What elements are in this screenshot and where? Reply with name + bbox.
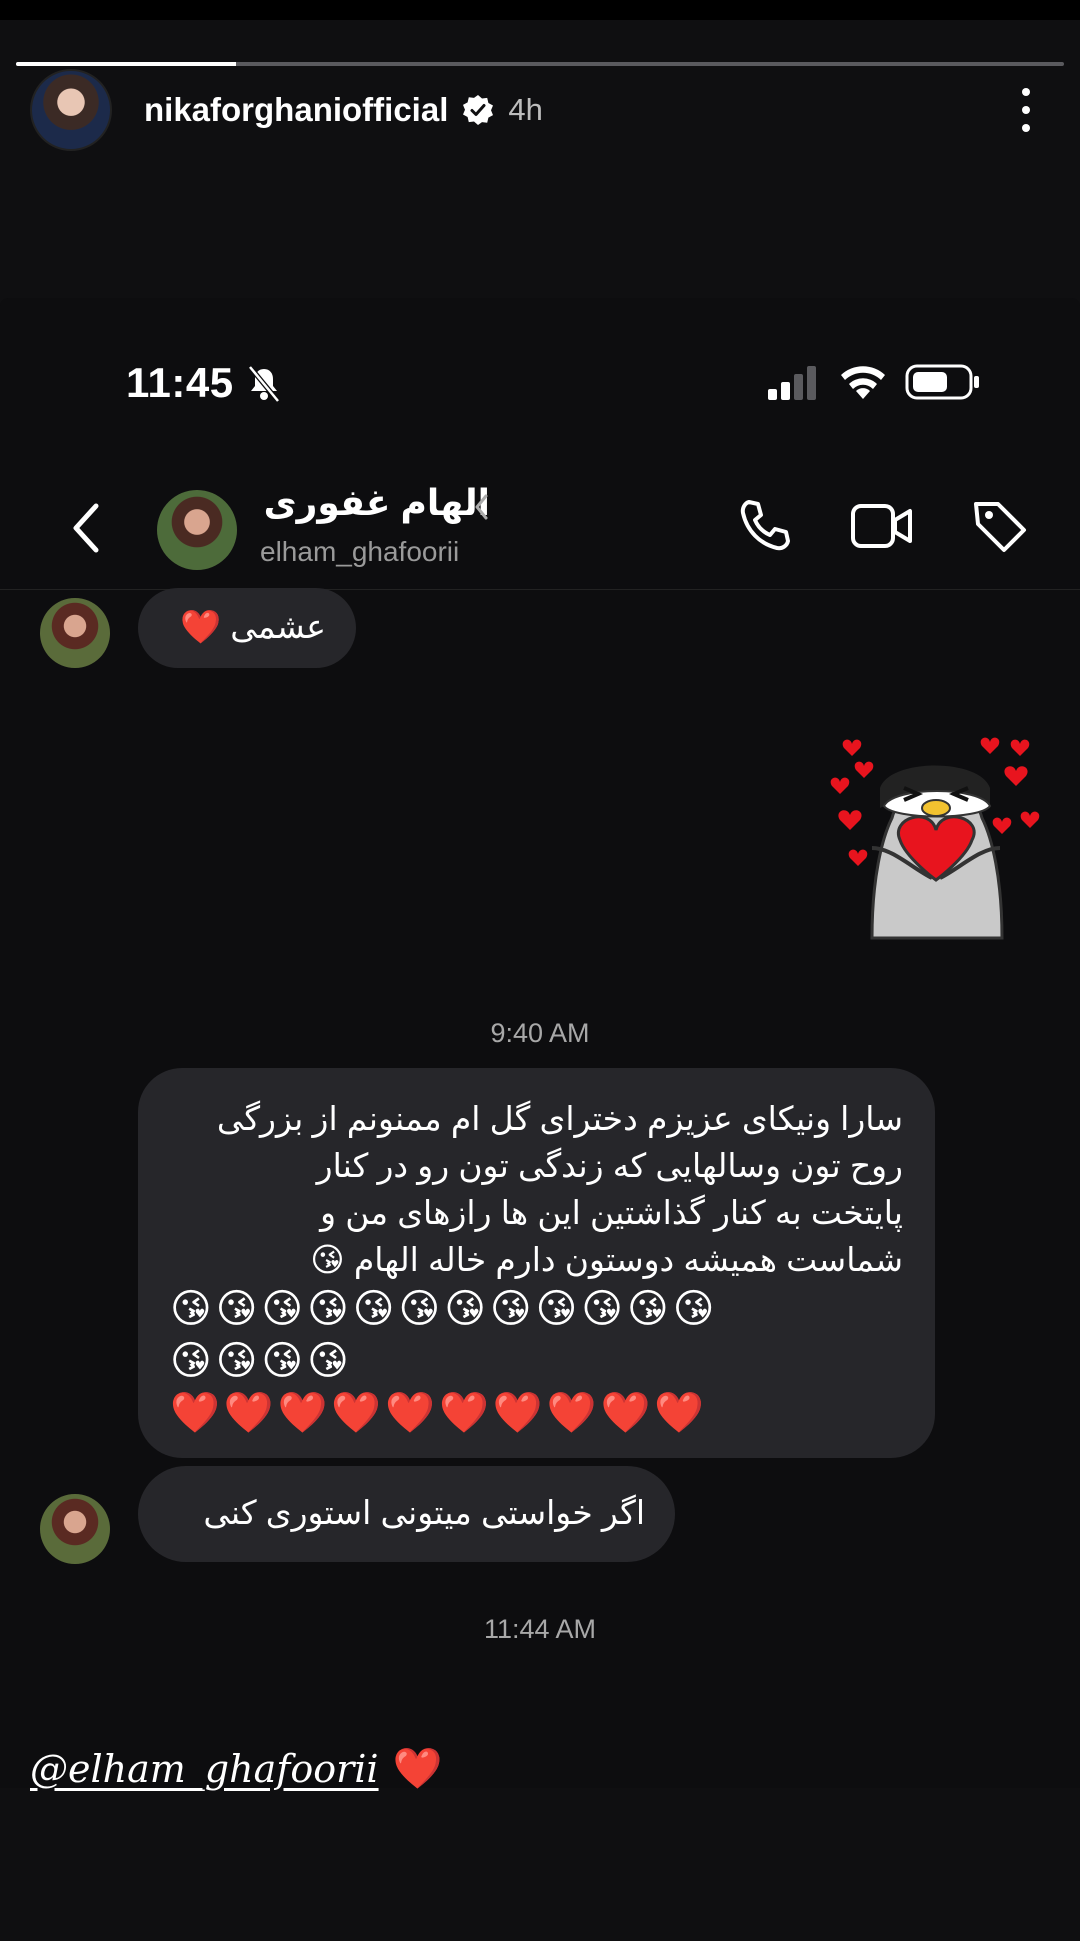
message-line: شماست همیشه دوستون دارم خاله الهام 😘 (310, 1240, 903, 1278)
story-time: 4h (508, 92, 543, 127)
contact-handle: elham_ghafoorii (260, 536, 460, 567)
message-line: پایتخت به کنار گذاشتین این ها رازهای من … (320, 1193, 903, 1231)
message-line: سارا ونیکای عزیزم دخترای گل ام ممنونم از… (216, 1100, 903, 1137)
emoji-row: 😘😘😘😘 (170, 1339, 353, 1384)
timestamp: 9:40 AM (490, 1018, 590, 1048)
phone-icon[interactable] (735, 496, 795, 556)
video-call-icon[interactable] (850, 500, 914, 552)
message-avatar[interactable] (40, 598, 110, 668)
heart-icon: ❤️ (392, 1747, 443, 1791)
message-bubble[interactable]: عشمی ❤️ (138, 588, 356, 668)
back-icon[interactable] (66, 498, 106, 558)
timestamp: 11:44 AM (483, 1614, 597, 1644)
message-bubble[interactable]: سارا ونیکای عزیزم دخترای گل ام ممنونم از… (138, 1068, 935, 1458)
story-username[interactable]: nikaforghaniofficial (144, 91, 448, 129)
story-progress-bar (16, 62, 1064, 66)
contact-avatar[interactable] (157, 490, 237, 570)
more-options-icon[interactable] (1020, 88, 1032, 132)
battery-icon (905, 364, 979, 400)
mention-sticker[interactable]: @elham_ghafoorii ❤️ (30, 1745, 442, 1792)
emoji-row: ❤️❤️❤️❤️❤️❤️❤️❤️❤️❤️ (170, 1391, 709, 1436)
message-avatar[interactable] (40, 1494, 110, 1564)
tag-icon[interactable] (970, 496, 1030, 556)
cellular-signal-icon (768, 366, 816, 400)
status-bar: 11:45 (0, 353, 1080, 413)
penguin-hearts-sticker[interactable] (822, 728, 1052, 958)
message-bubble[interactable]: اگر خواستی میتونی استوری کنی (138, 1466, 675, 1562)
chat-screenshot: 11:45 الهام غفوری elham_ghafoorii عشمی ❤… (0, 298, 1080, 1788)
contact-name[interactable]: الهام غفوری (260, 482, 490, 524)
emoji-row: 😘😘😘😘😘😘😘😘😘😘😘😘 (170, 1287, 719, 1332)
chat-header: الهام غفوری elham_ghafoorii (0, 470, 1080, 590)
story-progress-fill (16, 62, 237, 66)
bell-muted-icon (248, 365, 280, 403)
chevron-right-icon[interactable] (472, 492, 492, 522)
status-time: 11:45 (126, 359, 234, 406)
verified-badge-icon (463, 95, 494, 125)
mention-handle[interactable]: @elham_ghafoorii (30, 1747, 379, 1791)
story-avatar[interactable] (30, 69, 112, 151)
story-header: nikaforghaniofficial 4h (30, 68, 1050, 152)
message-line: روح تون وسالهایی که زندگی تون رو در کنار (316, 1146, 903, 1184)
wifi-icon (841, 366, 885, 399)
